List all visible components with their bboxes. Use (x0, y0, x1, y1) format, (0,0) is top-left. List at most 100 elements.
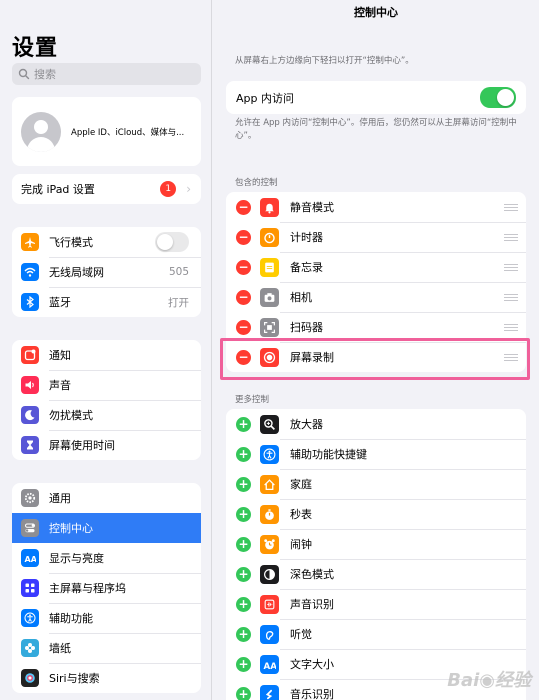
search-field[interactable]: 搜索 (12, 63, 201, 85)
add-control-button[interactable]: + (236, 506, 251, 522)
sidebar-item[interactable]: 屏幕使用时间 (12, 430, 201, 460)
control-label: 声音识别 (290, 598, 334, 611)
svg-text:AA: AA (25, 555, 37, 564)
airplane-mode-toggle[interactable] (155, 232, 189, 252)
reorder-handle-icon[interactable] (504, 292, 518, 303)
add-control-button[interactable]: + (236, 536, 251, 552)
sidebar-item-label: 通知 (49, 349, 71, 362)
accessibility-icon (260, 444, 279, 464)
remove-control-button[interactable]: − (236, 319, 251, 335)
app-access-toggle[interactable] (480, 87, 516, 108)
sidebar-item[interactable]: 辅助功能 (12, 603, 201, 633)
control-row: + 声音识别 (226, 589, 526, 619)
control-label: 听觉 (290, 628, 312, 641)
general-group: 通用控制中心 AA 显示与亮度主屏幕与程序坞 辅助功能墙纸 Siri与搜索 (12, 483, 201, 693)
sidebar-item[interactable]: 无线局域网 505 (12, 257, 201, 287)
alarm-icon (260, 534, 279, 554)
notification-group: 通知声音 勿扰模式屏幕使用时间 (12, 340, 201, 460)
text-size-icon: AA (260, 654, 279, 674)
search-placeholder: 搜索 (34, 68, 56, 81)
sidebar-item-label: 蓝牙 (49, 296, 71, 309)
add-control-button[interactable]: + (236, 626, 251, 642)
sidebar-item[interactable]: 主屏幕与程序坞 (12, 573, 201, 603)
control-row: − 备忘录 (226, 252, 526, 282)
remove-control-button[interactable]: − (236, 289, 251, 305)
home-icon (260, 474, 279, 494)
chevron-right-icon: › (186, 182, 191, 196)
swipe-description: 从屏幕右上方边缘向下轻扫以打开“控制中心”。 (235, 56, 414, 66)
sidebar-item-label: 屏幕使用时间 (49, 439, 115, 452)
remove-control-button[interactable]: − (236, 259, 251, 275)
settings-sidebar: 设置 搜索 Apple ID、iCloud、媒体与... 完成 iPad 设置 … (0, 0, 212, 700)
reorder-handle-icon[interactable] (504, 202, 518, 213)
accessibility-icon (21, 609, 39, 627)
airplane-icon (21, 233, 39, 251)
profile-subtitle: Apple ID、iCloud、媒体与... (71, 127, 185, 138)
remove-control-button[interactable]: − (236, 349, 251, 365)
control-row: + 秒表 (226, 499, 526, 529)
add-control-button[interactable]: + (236, 566, 251, 582)
watermark-logo: Bai◉经验 (447, 670, 531, 691)
control-center-pane: 控制中心 从屏幕右上方边缘向下轻扫以打开“控制中心”。 App 内访问 允许在 … (213, 0, 539, 700)
sidebar-item[interactable]: AA 显示与亮度 (12, 543, 201, 573)
add-control-button[interactable]: + (236, 596, 251, 612)
reorder-handle-icon[interactable] (504, 232, 518, 243)
reorder-handle-icon[interactable] (504, 352, 518, 363)
reorder-handle-icon[interactable] (504, 262, 518, 273)
qr-scanner-icon (260, 317, 279, 337)
control-label: 闹钟 (290, 538, 312, 551)
control-label: 秒表 (290, 508, 312, 521)
add-control-button[interactable]: + (236, 656, 251, 672)
sidebar-item[interactable]: 勿扰模式 (12, 400, 201, 430)
app-access-description: 允许在 App 内访问“控制中心”。停用后，您仍然可以从主屏幕访问“控制中心”。 (235, 118, 517, 141)
sidebar-item[interactable]: 声音 (12, 370, 201, 400)
sidebar-item-label: 通用 (49, 492, 71, 505)
avatar (21, 111, 61, 152)
sidebar-item-label: Siri与搜索 (49, 672, 100, 685)
apple-id-profile[interactable]: Apple ID、iCloud、媒体与... (12, 97, 201, 166)
add-control-button[interactable]: + (236, 446, 251, 462)
control-row: − 相机 (226, 282, 526, 312)
control-label: 家庭 (290, 478, 312, 491)
remove-control-button[interactable]: − (236, 199, 251, 215)
sidebar-item[interactable]: 控制中心 (12, 513, 201, 543)
hourglass-icon (21, 436, 39, 454)
bell-icon (260, 197, 279, 217)
sidebar-item-label: 无线局域网 (49, 266, 104, 279)
sound-recognition-icon (260, 594, 279, 614)
shazam-icon (260, 684, 279, 700)
control-row: + 闹钟 (226, 529, 526, 559)
sidebar-item-label: 飞行模式 (49, 236, 93, 249)
add-control-button[interactable]: + (236, 416, 251, 432)
sidebar-item[interactable]: 蓝牙 打开 (12, 287, 201, 317)
sidebar-item-label: 辅助功能 (49, 612, 93, 625)
more-controls-header: 更多控制 (235, 395, 270, 405)
network-group: 飞行模式无线局域网 505 蓝牙 打开 (12, 227, 201, 317)
control-row: + 家庭 (226, 469, 526, 499)
sidebar-item-label: 控制中心 (49, 522, 93, 535)
add-control-button[interactable]: + (236, 476, 251, 492)
control-row: + 听觉 (226, 619, 526, 649)
control-row: + 深色模式 (226, 559, 526, 589)
sidebar-item-label: 主屏幕与程序坞 (49, 582, 126, 595)
reorder-handle-icon[interactable] (504, 322, 518, 333)
wifi-icon (21, 263, 39, 281)
finish-ipad-setup[interactable]: 完成 iPad 设置 1 › (12, 174, 201, 204)
notes-icon (260, 257, 279, 277)
add-control-button[interactable]: + (236, 686, 251, 700)
remove-control-button[interactable]: − (236, 229, 251, 245)
sidebar-item[interactable]: 墙纸 (12, 633, 201, 663)
sidebar-item[interactable]: 飞行模式 (12, 227, 201, 257)
speaker-icon (21, 376, 39, 394)
control-label: 相机 (290, 291, 312, 304)
sidebar-item[interactable]: Siri与搜索 (12, 663, 201, 693)
control-row: − 屏幕录制 (226, 342, 526, 372)
app-access-label: App 内访问 (236, 91, 294, 105)
setup-label: 完成 iPad 设置 (21, 183, 95, 196)
home-grid-icon (21, 579, 39, 597)
sidebar-item-value: 505 (168, 266, 189, 278)
sidebar-item[interactable]: 通用 (12, 483, 201, 513)
sidebar-item[interactable]: 通知 (12, 340, 201, 370)
ear-icon (260, 624, 279, 644)
siri-icon (21, 669, 39, 687)
